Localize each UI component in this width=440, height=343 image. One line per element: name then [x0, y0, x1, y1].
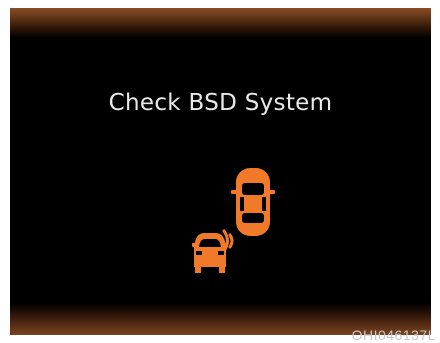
cluster-display: Check BSD System [10, 8, 431, 335]
blind-spot-detection-warning-icon [192, 168, 275, 273]
warning-message: Check BSD System [108, 90, 333, 116]
vehicle-left-icon [192, 233, 228, 273]
display-top-band [10, 8, 431, 38]
image-code-watermark: OHI046137L [351, 327, 436, 343]
vehicle-right-icon [231, 168, 275, 236]
